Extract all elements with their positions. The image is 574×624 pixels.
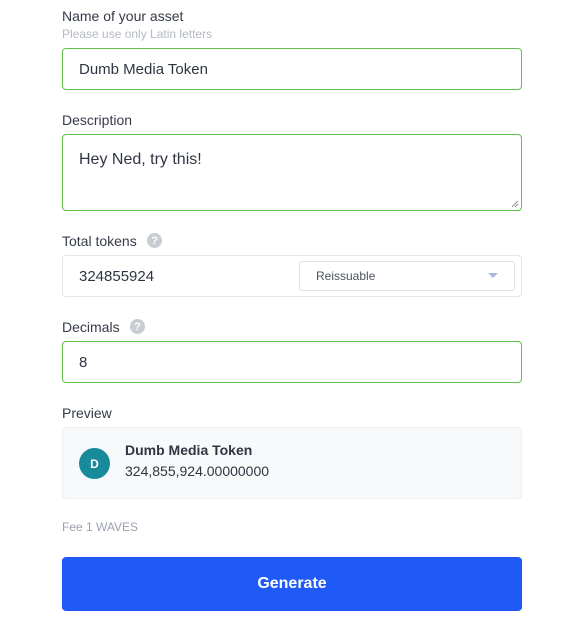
decimals-label-group: Decimals ? <box>62 318 146 337</box>
asset-name-hint: Please use only Latin letters <box>62 27 213 41</box>
token-preview-card: D Dumb Media Token 324,855,924.00000000 <box>62 427 522 499</box>
chevron-down-icon <box>488 273 498 278</box>
asset-name-label-group: Name of your asset Please use only Latin… <box>62 7 212 41</box>
total-tokens-label-group: Total tokens ? <box>62 232 163 251</box>
generate-button[interactable]: Generate <box>62 557 522 611</box>
reissuable-select-value: Reissuable <box>316 269 376 283</box>
token-avatar: D <box>79 448 110 479</box>
help-icon[interactable]: ? <box>147 233 163 249</box>
description-label: Description <box>62 112 133 128</box>
help-icon[interactable]: ? <box>130 319 146 335</box>
asset-name-input[interactable]: Dumb Media Token <box>62 48 522 90</box>
preview-token-name: Dumb Media Token <box>125 442 253 458</box>
description-value: Hey Ned, try this! <box>79 151 202 168</box>
decimals-input[interactable]: 8 <box>62 341 522 383</box>
decimals-value: 8 <box>79 353 88 371</box>
preview-label: Preview <box>62 405 112 421</box>
resize-handle-icon[interactable] <box>511 200 519 208</box>
fee-text: Fee 1 WAVES <box>62 520 139 534</box>
preview-token-amount: 324,855,924.00000000 <box>125 463 270 479</box>
decimals-label: Decimals <box>62 319 120 335</box>
total-tokens-row: 324855924 Reissuable <box>62 255 522 297</box>
total-tokens-label: Total tokens <box>62 233 137 249</box>
asset-name-value: Dumb Media Token <box>79 60 208 78</box>
reissuable-select[interactable]: Reissuable <box>299 261 515 291</box>
description-textarea[interactable]: Hey Ned, try this! <box>62 134 522 211</box>
asset-name-label: Name of your asset <box>62 8 184 24</box>
